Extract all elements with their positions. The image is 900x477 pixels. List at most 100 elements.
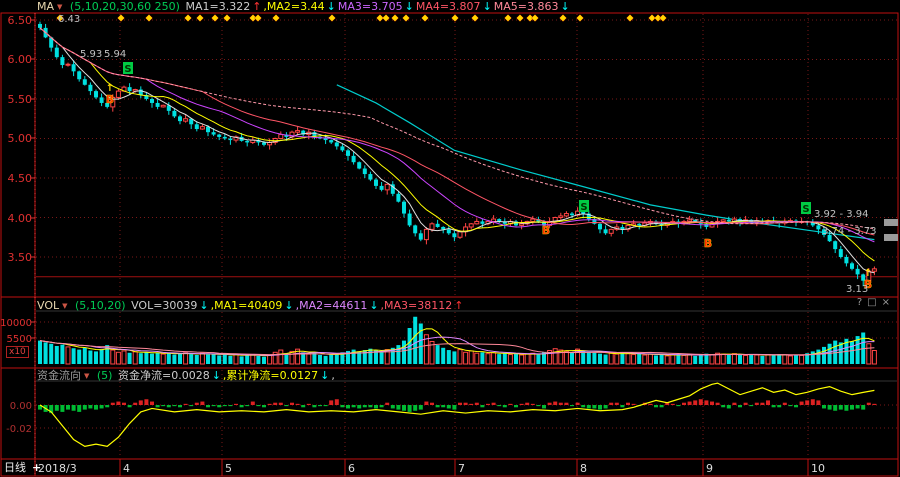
volume-bar [564, 351, 568, 364]
money-flow-bar [794, 405, 798, 407]
candlestick [396, 194, 400, 202]
money-flow-bar [296, 404, 300, 405]
money-flow-bar [704, 400, 708, 405]
volume-bar [665, 356, 669, 364]
candlestick [352, 156, 356, 162]
help-button[interactable]: ? [857, 297, 867, 308]
candlestick [872, 269, 876, 271]
candlestick [60, 57, 64, 65]
candlestick [727, 220, 731, 222]
x-axis-month-label: 8 [580, 462, 587, 475]
candlestick [178, 116, 182, 121]
money-flow-bar [850, 405, 854, 410]
volume-bar [128, 353, 132, 364]
candlestick [604, 229, 608, 233]
money-flow-bar [833, 405, 837, 411]
money-flow-bar [548, 403, 552, 405]
candlestick [564, 214, 568, 216]
volume-bar [475, 353, 479, 364]
candlestick [380, 186, 384, 190]
vol-selector-label: VOL [37, 299, 59, 312]
buy-marker: B [704, 237, 712, 250]
cumulative-flow-line [40, 383, 874, 446]
candlestick [217, 135, 221, 137]
money-flow-bar [772, 405, 776, 407]
volume-bar [156, 353, 160, 364]
money-flow-bar [357, 405, 361, 408]
down-arrow-icon: ↓ [320, 369, 329, 382]
volume-bar [88, 351, 92, 365]
candlestick [688, 220, 692, 222]
crosshair-icon[interactable]: + [32, 461, 41, 474]
volume-bar [133, 352, 137, 364]
period-selector[interactable]: 日线+ [4, 460, 41, 476]
indicator-value: MA5=3.863 [494, 0, 559, 13]
volume-bar [643, 355, 647, 364]
volume-bar [94, 351, 98, 364]
candlestick [324, 139, 328, 141]
volume-bar [615, 354, 619, 364]
pane-window-controls: ?□× [857, 297, 895, 309]
money-flow-bar [576, 403, 580, 405]
money-flow-bar [553, 402, 557, 405]
maximize-button[interactable]: □ [867, 297, 881, 308]
candlestick [721, 220, 725, 222]
x-axis-month-label: 2018/3 [38, 462, 77, 475]
candlestick [346, 150, 350, 156]
candlestick [609, 229, 613, 233]
ma-selector-button[interactable]: MA▼ [37, 0, 64, 13]
signal-diamond-icon [118, 15, 125, 22]
candlestick [38, 24, 42, 28]
volume-bar [783, 355, 787, 364]
volume-bar [223, 355, 227, 364]
sell-marker-label: S [802, 204, 809, 215]
chart-canvas[interactable]: 6.506.005.505.004.504.003.501000055000.0… [0, 0, 900, 477]
candlestick [469, 224, 473, 227]
money-flow-bar [419, 405, 423, 410]
money-flow-bar [609, 403, 613, 405]
volume-bar [172, 355, 176, 364]
candlestick [402, 202, 406, 214]
money-flow-bar [301, 405, 305, 407]
money-flow-bar [514, 405, 518, 407]
indicator-value: ,MA3=38112 [381, 299, 453, 312]
price-annotation: 3.92 - 3.94 [814, 209, 869, 220]
money-flow-bar [570, 405, 574, 406]
volume-bar [245, 355, 249, 364]
volume-bar [587, 352, 591, 364]
volume-bar [469, 351, 473, 364]
money-flow-bar [727, 405, 731, 408]
volume-bar [262, 357, 266, 364]
indicator-value: ,MA2=3.44 [263, 0, 324, 13]
candlestick [212, 132, 216, 134]
money-flow-bar [654, 405, 658, 407]
money-flow-bar [525, 403, 529, 405]
money-flow-bar [206, 405, 210, 407]
money-flow-bar [693, 400, 697, 405]
chevron-down-icon: ▼ [62, 302, 67, 310]
money-flow-bar [116, 402, 120, 405]
indicator-value: ,累计净流=0.0127 [223, 369, 318, 382]
volume-bar [240, 356, 244, 364]
candlestick [262, 142, 266, 144]
candlestick [850, 263, 854, 269]
candlestick [55, 48, 59, 57]
flow-selector-label: 资金流向 [37, 369, 81, 382]
money-flow-bar [167, 405, 171, 407]
volume-bar [553, 349, 557, 364]
volume-bar [60, 345, 64, 364]
vol-selector-button[interactable]: VOL▼ [37, 299, 70, 312]
y-axis-price-label: 4.00 [8, 212, 33, 225]
indicator-value: MA3=3.705 [338, 0, 403, 13]
flow-selector-button[interactable]: 资金流向▼ [37, 369, 91, 382]
candlestick [116, 91, 120, 97]
volume-bar [77, 350, 81, 364]
volume-bar [682, 355, 686, 364]
volume-bar [116, 352, 120, 364]
money-flow-bar [436, 405, 440, 407]
close-button[interactable]: × [882, 297, 895, 308]
money-flow-bar [212, 405, 216, 406]
volume-bar [486, 354, 490, 364]
money-flow-bar [486, 404, 490, 405]
price-annotation: 3.74 - 3.73 [822, 226, 877, 237]
